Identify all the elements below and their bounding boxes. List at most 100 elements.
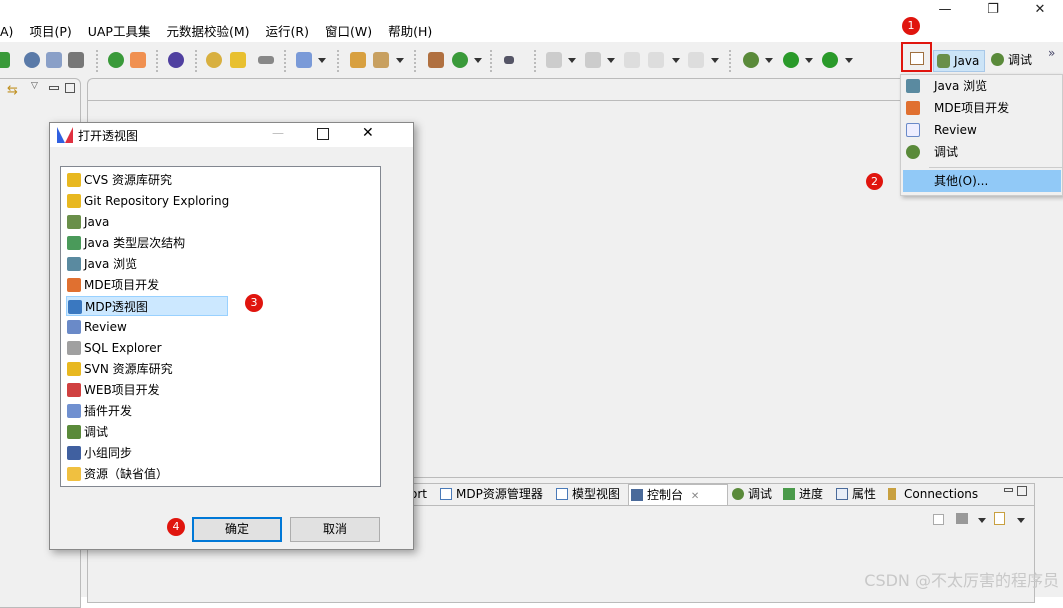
debug-icon[interactable] bbox=[743, 52, 759, 68]
chevron-down-icon[interactable] bbox=[765, 58, 773, 63]
menu-item-other[interactable]: 其他(O)... bbox=[903, 170, 1061, 192]
chevron-down-icon[interactable] bbox=[474, 58, 482, 63]
tab-connections[interactable]: Connections bbox=[886, 484, 978, 505]
chevron-down-icon[interactable] bbox=[318, 58, 326, 63]
perspective-list-item[interactable]: Review bbox=[66, 317, 127, 337]
eraser-icon[interactable] bbox=[258, 56, 274, 64]
document-icon[interactable] bbox=[296, 52, 312, 68]
dialog-minimize-button[interactable]: — bbox=[272, 126, 284, 140]
perspective-list-item[interactable]: MDE项目开发 bbox=[66, 275, 159, 295]
minimize-view-icon[interactable] bbox=[1004, 488, 1013, 492]
close-tab-icon[interactable]: ✕ bbox=[691, 491, 699, 502]
perspective-list-item[interactable]: WEB项目开发 bbox=[66, 380, 160, 400]
chevron-down-icon[interactable] bbox=[845, 58, 853, 63]
open-perspective-button[interactable] bbox=[901, 42, 932, 72]
more-perspectives-button[interactable]: » bbox=[1048, 46, 1055, 60]
tab-model-view[interactable]: 模型视图 bbox=[554, 484, 620, 505]
perspective-java[interactable]: Java bbox=[933, 50, 985, 72]
debug-icon bbox=[732, 488, 744, 500]
menu-item-debug[interactable]: 调试 bbox=[901, 141, 1063, 163]
menu-item-mde[interactable]: MDE项目开发 bbox=[901, 97, 1063, 119]
next-annotation-icon[interactable] bbox=[546, 52, 562, 68]
perspective-list-item[interactable]: 插件开发 bbox=[66, 401, 132, 421]
perspective-list-item[interactable]: Git Repository Exploring bbox=[66, 191, 229, 211]
chevron-down-icon[interactable] bbox=[396, 58, 404, 63]
tab-properties[interactable]: 属性 bbox=[834, 484, 876, 505]
perspective-list-item[interactable]: Java 浏览 bbox=[66, 254, 137, 274]
perspective-list-item[interactable]: MDP透视图 bbox=[66, 296, 228, 316]
dialog-maximize-button[interactable] bbox=[317, 128, 329, 140]
chevron-down-icon[interactable] bbox=[568, 58, 576, 63]
perspective-list-item[interactable]: 调试 bbox=[66, 422, 108, 442]
menu-item-java-browse[interactable]: Java 浏览 bbox=[901, 75, 1063, 97]
menu-uap-tools[interactable]: UAP工具集 bbox=[80, 22, 159, 42]
perspective-debug[interactable]: 调试 bbox=[988, 50, 1032, 72]
menu-run[interactable]: 运行(R) bbox=[258, 22, 317, 42]
perspective-list-item[interactable]: Java bbox=[66, 212, 109, 232]
eclipse-icon[interactable] bbox=[168, 52, 184, 68]
annotation-badge: 1 bbox=[902, 17, 920, 35]
chevron-down-icon[interactable] bbox=[672, 58, 680, 63]
annotation-badge: 3 bbox=[245, 294, 263, 312]
perspective-list-item[interactable]: SVN 资源库研究 bbox=[66, 359, 173, 379]
view-menu-icon[interactable]: ▽ bbox=[31, 81, 38, 91]
menu-a[interactable]: A) bbox=[0, 22, 21, 42]
tab-progress[interactable]: 进度 bbox=[781, 484, 823, 505]
perspective-list-item[interactable]: SQL Explorer bbox=[66, 338, 162, 358]
minimize-view-icon[interactable] bbox=[49, 86, 59, 90]
brush-icon[interactable] bbox=[373, 52, 389, 68]
new-grid-icon[interactable] bbox=[428, 52, 444, 68]
tab-mdp-resource-manager[interactable]: MDP资源管理器 bbox=[438, 484, 543, 505]
forward-icon[interactable] bbox=[688, 52, 704, 68]
graph-icon[interactable] bbox=[130, 52, 146, 68]
menu-project[interactable]: 项目(P) bbox=[21, 22, 79, 42]
run-icon[interactable] bbox=[783, 52, 799, 68]
perspective-list-item[interactable]: Java 类型层次结构 bbox=[66, 233, 185, 253]
tab-debug[interactable]: 调试 bbox=[730, 484, 772, 505]
open-folder-icon[interactable] bbox=[350, 52, 366, 68]
maximize-view-icon[interactable] bbox=[1017, 486, 1027, 496]
perspective-list-item[interactable]: 资源（缺省值） bbox=[66, 464, 168, 484]
tab-label: 进度 bbox=[799, 487, 824, 501]
columns-icon[interactable] bbox=[230, 52, 246, 68]
collapse-icon[interactable] bbox=[504, 56, 514, 64]
perspective-list-item[interactable]: 小组同步 bbox=[66, 443, 132, 463]
perspective-list[interactable]: CVS 资源库研究 Git Repository Exploring Java Jav… bbox=[60, 166, 381, 487]
display-console-icon[interactable] bbox=[956, 513, 968, 524]
chevron-down-icon[interactable] bbox=[711, 58, 719, 63]
last-edit-icon[interactable] bbox=[624, 52, 640, 68]
clock-icon[interactable] bbox=[24, 52, 40, 68]
minimize-button[interactable]: — bbox=[930, 2, 960, 20]
app-logo-icon bbox=[57, 127, 73, 143]
prev-annotation-icon[interactable] bbox=[585, 52, 601, 68]
tools-icon[interactable] bbox=[68, 52, 84, 68]
flag-icon[interactable] bbox=[108, 52, 124, 68]
ok-button[interactable]: 确定 bbox=[192, 517, 282, 542]
menu-window[interactable]: 窗口(W) bbox=[317, 22, 380, 42]
open-console-icon[interactable] bbox=[994, 512, 1005, 525]
restore-button[interactable]: ❐ bbox=[978, 2, 1008, 20]
new-class-icon[interactable] bbox=[452, 52, 468, 68]
checklist-icon[interactable] bbox=[46, 52, 62, 68]
perspective-icon bbox=[67, 446, 81, 460]
dialog-close-button[interactable]: ✕ bbox=[362, 125, 374, 141]
chevron-down-icon[interactable] bbox=[978, 518, 986, 523]
close-button[interactable]: ✕ bbox=[1025, 2, 1055, 20]
back-icon[interactable] bbox=[648, 52, 664, 68]
perspective-list-item[interactable]: CVS 资源库研究 bbox=[66, 170, 172, 190]
maximize-view-icon[interactable] bbox=[65, 83, 75, 93]
menu-item-review[interactable]: Review bbox=[901, 119, 1063, 141]
tab-console[interactable]: 控制台 ✕ bbox=[628, 484, 728, 505]
menu-metadata-check[interactable]: 元数据校验(M) bbox=[158, 22, 257, 42]
cancel-button[interactable]: 取消 bbox=[290, 517, 380, 542]
pin-console-icon[interactable] bbox=[933, 514, 944, 525]
check-icon[interactable] bbox=[0, 52, 10, 68]
search-icon[interactable] bbox=[206, 52, 222, 68]
chevron-down-icon[interactable] bbox=[1017, 518, 1025, 523]
chevron-down-icon[interactable] bbox=[805, 58, 813, 63]
chevron-down-icon[interactable] bbox=[607, 58, 615, 63]
external-tools-icon[interactable] bbox=[822, 52, 838, 68]
menu-help[interactable]: 帮助(H) bbox=[380, 22, 440, 42]
perspective-label: 资源（缺省值） bbox=[84, 467, 169, 481]
link-editor-icon[interactable]: ⇆ bbox=[7, 83, 21, 98]
